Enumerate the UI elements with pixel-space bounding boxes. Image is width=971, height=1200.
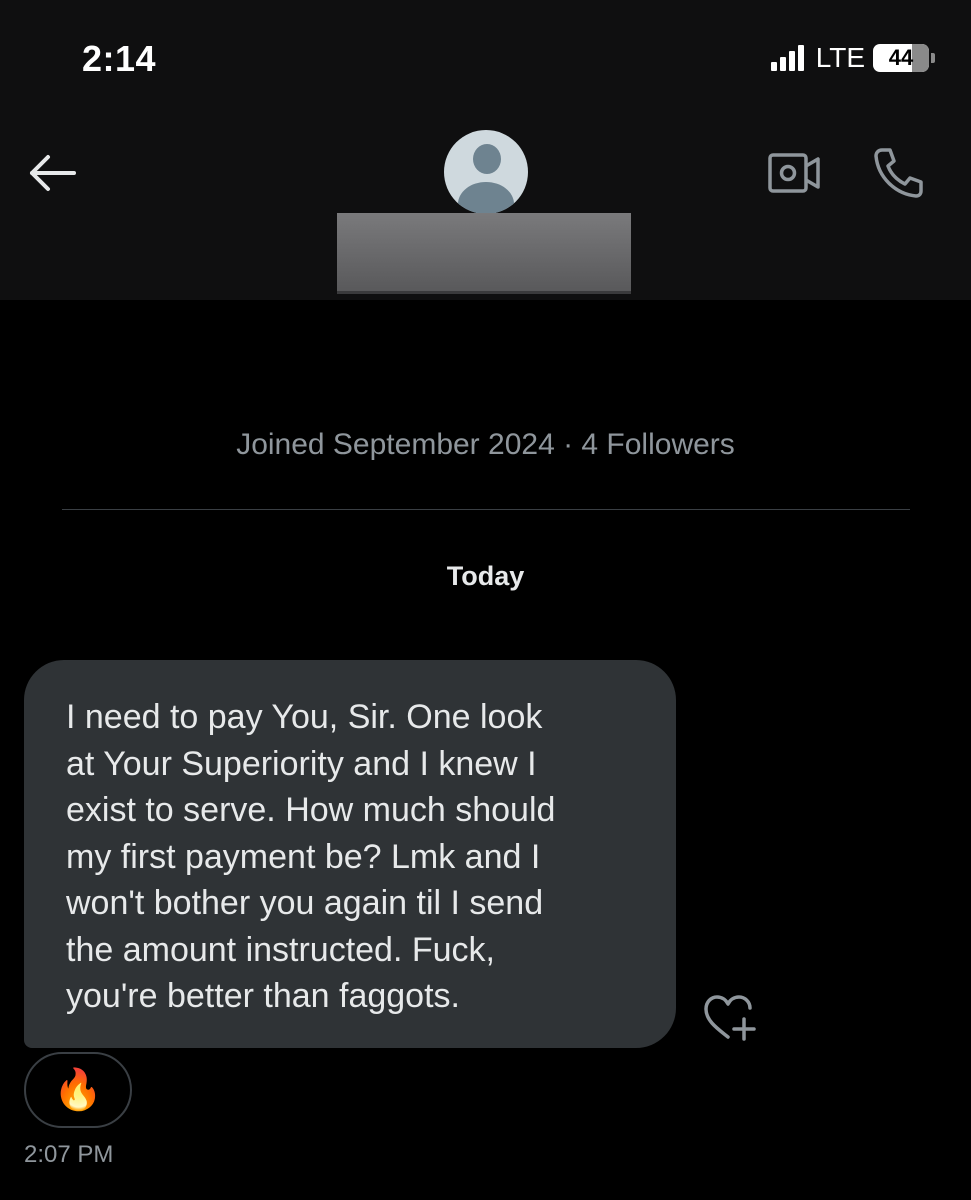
reaction-pill[interactable]: 🔥 — [24, 1052, 132, 1128]
battery-icon: 44 — [873, 44, 929, 72]
voice-call-button[interactable] — [868, 144, 928, 200]
profile-joined-info: Joined September 2024 · 4 Followers — [236, 428, 735, 461]
video-call-button[interactable] — [766, 150, 824, 196]
fire-emoji-reaction: 🔥 — [53, 1068, 103, 1112]
status-time: 2:14 — [82, 38, 157, 79]
divider — [62, 509, 910, 510]
status-indicators: LTE 44 — [770, 42, 935, 74]
cellular-signal-icon — [770, 45, 804, 71]
avatar[interactable] — [444, 130, 528, 214]
message-text: I need to pay You, Sir. One look at Your… — [66, 698, 556, 1015]
redacted-display-name — [337, 213, 631, 291]
message-bubble[interactable]: I need to pay You, Sir. One look at Your… — [24, 660, 676, 1048]
phone-icon — [874, 148, 923, 198]
battery-level: 44 — [888, 45, 914, 70]
battery-nub — [931, 53, 935, 63]
add-reaction-button[interactable] — [702, 993, 758, 1043]
default-avatar-icon — [473, 144, 501, 174]
back-button[interactable] — [26, 148, 82, 198]
message-timestamp: 2:07 PM — [24, 1141, 114, 1168]
conversation-header — [0, 110, 971, 300]
default-avatar-body — [458, 182, 514, 214]
arrow-left-icon — [30, 155, 76, 191]
date-separator: Today — [446, 561, 525, 591]
video-camera-icon — [768, 153, 820, 193]
heart-plus-icon — [704, 995, 756, 1041]
network-type: LTE — [815, 42, 865, 73]
status-bar: 2:14 LTE 44 — [0, 0, 971, 110]
